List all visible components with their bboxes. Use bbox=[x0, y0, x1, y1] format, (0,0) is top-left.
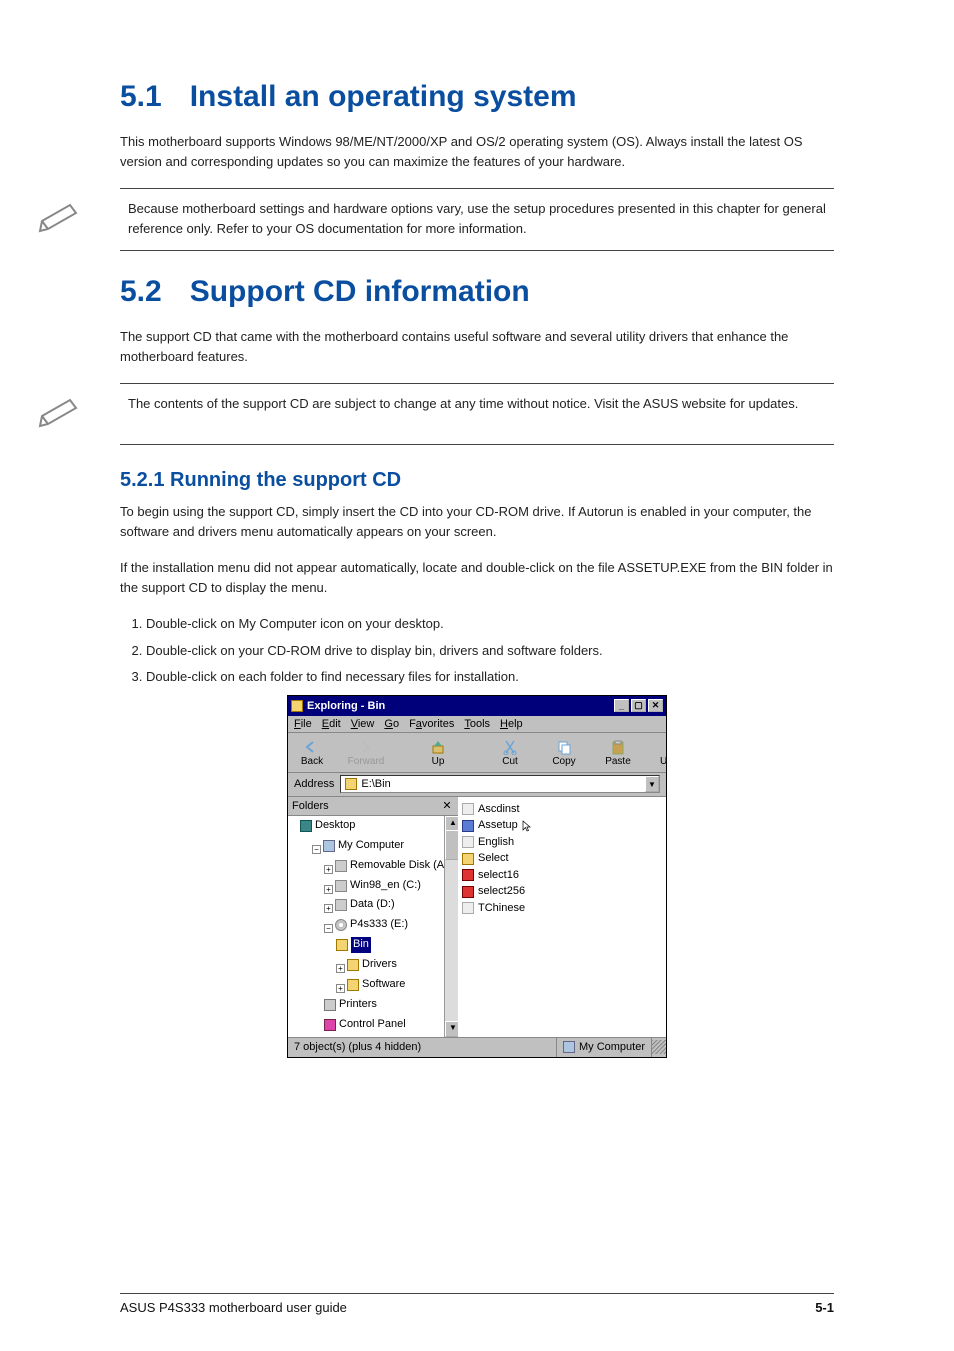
printer-icon bbox=[324, 999, 336, 1011]
paste-icon bbox=[608, 738, 628, 756]
menu-edit[interactable]: Edit bbox=[322, 718, 341, 730]
drive-icon bbox=[335, 899, 347, 911]
window-title: Exploring - Bin bbox=[307, 700, 385, 712]
file-icon bbox=[462, 836, 474, 848]
file-icon bbox=[462, 853, 474, 865]
folder-tree[interactable]: Desktop −My Computer +Removable Disk (A:… bbox=[288, 816, 458, 1037]
menu-tools[interactable]: Tools bbox=[464, 718, 490, 730]
selected-folder[interactable]: Bin bbox=[351, 937, 371, 953]
list-item[interactable]: English bbox=[462, 834, 662, 851]
computer-icon bbox=[563, 1041, 575, 1053]
toolbar-undo[interactable]: Undo bbox=[654, 738, 666, 767]
subheading-5-2-1: 5.2.1 Running the support CD bbox=[120, 469, 834, 492]
pencil-icon bbox=[30, 199, 90, 239]
menu-go[interactable]: Go bbox=[384, 718, 399, 730]
list-item[interactable]: Assetup bbox=[462, 817, 662, 834]
cdrom-icon bbox=[335, 919, 347, 931]
back-icon bbox=[302, 738, 322, 756]
section1-paragraph: This motherboard supports Windows 98/ME/… bbox=[120, 132, 834, 172]
panel-close-icon[interactable]: ✕ bbox=[440, 799, 454, 813]
menu-view[interactable]: View bbox=[351, 718, 375, 730]
toolbar-copy[interactable]: Copy bbox=[546, 738, 582, 767]
note-text-2: The contents of the support CD are subje… bbox=[128, 394, 830, 414]
address-bar: Address E:\Bin ▼ bbox=[288, 773, 666, 797]
folders-panel: Folders ✕ Desktop −My Computer +Removabl… bbox=[288, 797, 458, 1037]
menu-help[interactable]: Help bbox=[500, 718, 523, 730]
file-icon bbox=[462, 803, 474, 815]
address-value: E:\Bin bbox=[361, 778, 390, 790]
heading-title: Install an operating system bbox=[190, 80, 577, 114]
file-list-panel[interactable]: Ascdinst Assetup English Select select16… bbox=[458, 797, 666, 1037]
drive-icon bbox=[335, 880, 347, 892]
sub521-para2: If the installation menu did not appear … bbox=[120, 558, 834, 598]
scrollbar-thumb[interactable] bbox=[445, 830, 458, 860]
toolbar-back[interactable]: Back bbox=[294, 738, 330, 767]
dropdown-arrow-icon[interactable]: ▼ bbox=[645, 776, 659, 792]
note-text-1: Because motherboard settings and hardwar… bbox=[128, 199, 830, 239]
toolbar-cut[interactable]: Cut bbox=[492, 738, 528, 767]
file-icon bbox=[462, 902, 474, 914]
floppy-icon bbox=[335, 860, 347, 872]
desktop-icon bbox=[300, 820, 312, 832]
computer-icon bbox=[323, 840, 335, 852]
footer-left: ASUS P4S333 motherboard user guide bbox=[120, 1300, 347, 1315]
address-field[interactable]: E:\Bin ▼ bbox=[340, 775, 660, 793]
minimize-button[interactable]: _ bbox=[614, 699, 629, 712]
steps-list: Double-click on My Computer icon on your… bbox=[146, 614, 834, 686]
footer-right: 5-1 bbox=[815, 1300, 834, 1315]
list-item[interactable]: Ascdinst bbox=[462, 801, 662, 818]
toolbar-forward: Forward bbox=[348, 738, 384, 767]
heading-5-1: 5.1 Install an operating system bbox=[120, 80, 834, 114]
list-item[interactable]: TChinese bbox=[462, 900, 662, 917]
menu-bar: File Edit View Go Favorites Tools Help bbox=[288, 716, 666, 733]
folder-icon bbox=[345, 778, 357, 790]
toolbar: Back Forward Up Cut Copy Paste Undo bbox=[288, 733, 666, 773]
forward-icon bbox=[356, 738, 376, 756]
status-location: My Computer bbox=[579, 1041, 645, 1053]
heading-number: 5.1 bbox=[120, 80, 162, 114]
cut-icon bbox=[500, 738, 520, 756]
sub521-intro: To begin using the support CD, simply in… bbox=[120, 502, 834, 542]
section2-paragraph: The support CD that came with the mother… bbox=[120, 327, 834, 367]
pencil-icon bbox=[30, 394, 90, 434]
control-panel-icon bbox=[324, 1019, 336, 1031]
maximize-button[interactable]: ▢ bbox=[631, 699, 646, 712]
step-item: Double-click on your CD-ROM drive to dis… bbox=[146, 641, 834, 661]
status-bar: 7 object(s) (plus 4 hidden) My Computer bbox=[288, 1037, 666, 1057]
folder-icon bbox=[336, 939, 348, 951]
heading-number: 5.2 bbox=[120, 275, 162, 309]
file-icon bbox=[462, 869, 474, 881]
toolbar-paste[interactable]: Paste bbox=[600, 738, 636, 767]
folder-icon bbox=[347, 979, 359, 991]
list-item[interactable]: select16 bbox=[462, 867, 662, 884]
heading-title: Support CD information bbox=[190, 275, 530, 309]
note-box-2: The contents of the support CD are subje… bbox=[120, 383, 834, 445]
undo-icon bbox=[662, 738, 666, 756]
status-object-count: 7 object(s) (plus 4 hidden) bbox=[294, 1041, 421, 1053]
toolbar-up[interactable]: Up bbox=[420, 738, 456, 767]
file-icon bbox=[462, 886, 474, 898]
copy-icon bbox=[554, 738, 574, 756]
titlebar: Exploring - Bin _ ▢ ✕ bbox=[288, 696, 666, 716]
up-icon bbox=[428, 738, 448, 756]
address-label: Address bbox=[294, 778, 334, 790]
note-box-1: Because motherboard settings and hardwar… bbox=[120, 188, 834, 250]
step-item: Double-click on each folder to find nece… bbox=[146, 667, 834, 687]
resize-grip-icon[interactable] bbox=[652, 1040, 666, 1054]
folder-icon bbox=[347, 959, 359, 971]
cursor-icon bbox=[522, 820, 532, 832]
step-item: Double-click on My Computer icon on your… bbox=[146, 614, 834, 634]
close-button[interactable]: ✕ bbox=[648, 699, 663, 712]
explorer-window: Exploring - Bin _ ▢ ✕ File Edit View Go … bbox=[287, 695, 667, 1058]
app-icon bbox=[291, 700, 303, 712]
menu-favorites[interactable]: Favorites bbox=[409, 718, 454, 730]
file-icon bbox=[462, 820, 474, 832]
heading-5-2: 5.2 Support CD information bbox=[120, 275, 834, 309]
scrollbar-vertical[interactable] bbox=[444, 816, 458, 1037]
list-item[interactable]: Select bbox=[462, 850, 662, 867]
list-item[interactable]: select256 bbox=[462, 883, 662, 900]
folders-label: Folders bbox=[292, 800, 329, 812]
menu-file[interactable]: File bbox=[294, 718, 312, 730]
page-footer: ASUS P4S333 motherboard user guide 5-1 bbox=[120, 1293, 834, 1315]
